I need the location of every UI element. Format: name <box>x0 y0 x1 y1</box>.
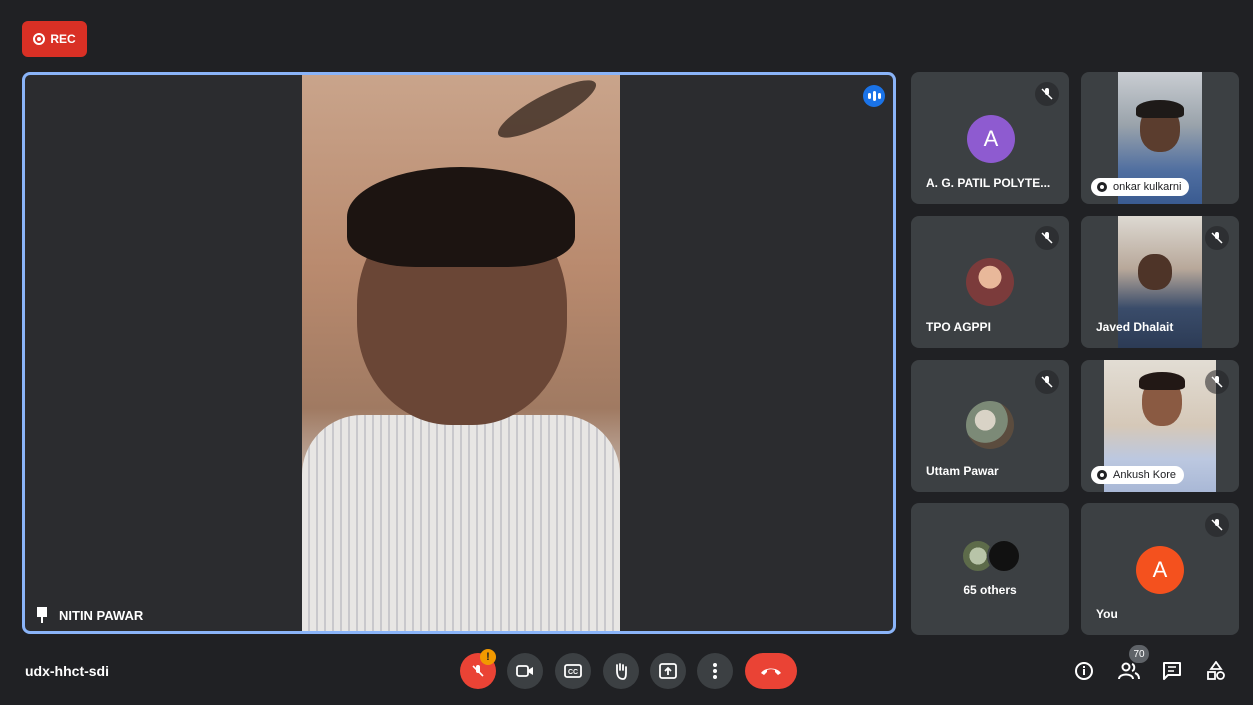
pin-icon[interactable] <box>37 607 47 623</box>
speaker-shirt <box>302 415 620 631</box>
raise-hand-button[interactable] <box>603 653 639 689</box>
self-tile[interactable]: A You <box>1081 503 1239 635</box>
avatar <box>966 401 1014 449</box>
people-count-badge: 70 <box>1129 645 1149 663</box>
more-icon <box>713 663 717 679</box>
svg-text:CC: CC <box>568 669 578 676</box>
chat-button[interactable] <box>1160 659 1184 683</box>
participant-tile[interactable]: TPO AGPPI <box>911 216 1069 348</box>
others-count: 65 others <box>963 583 1017 597</box>
meeting-details-button[interactable] <box>1072 659 1096 683</box>
mic-off-icon <box>1205 226 1229 250</box>
avatar <box>987 539 1021 573</box>
participant-name: Ankush Kore <box>1113 469 1176 481</box>
present-button[interactable] <box>650 653 686 689</box>
mic-off-icon <box>1035 370 1059 394</box>
participant-name-pill: Ankush Kore <box>1091 466 1184 484</box>
recording-label: REC <box>50 32 76 46</box>
more-options-button[interactable] <box>697 653 733 689</box>
present-icon <box>659 663 677 679</box>
mic-off-icon <box>1035 82 1059 106</box>
chat-icon <box>1163 662 1181 680</box>
avatar <box>966 258 1014 306</box>
mic-off-icon <box>472 665 484 677</box>
mic-off-icon <box>1205 370 1229 394</box>
participant-name-pill: onkar kulkarni <box>1091 178 1190 196</box>
main-speaker-label: NITIN PAWAR <box>37 607 143 623</box>
participant-name: onkar kulkarni <box>1113 181 1182 193</box>
mic-off-icon <box>1205 513 1229 537</box>
ceiling-fan <box>491 75 603 148</box>
participant-name: TPO AGPPI <box>926 320 991 334</box>
participant-tile[interactable]: Uttam Pawar <box>911 360 1069 492</box>
speaker-hair <box>347 167 575 267</box>
meeting-code: udx-hhct-sdi <box>25 663 109 679</box>
raise-hand-icon <box>616 663 627 680</box>
participant-tile[interactable]: Ankush Kore <box>1081 360 1239 492</box>
captions-button[interactable]: CC <box>555 653 591 689</box>
camera-icon <box>516 665 533 677</box>
others-tile[interactable]: 65 others <box>911 503 1069 635</box>
mic-warning-badge: ! <box>480 649 496 665</box>
main-speaker-video <box>302 75 620 631</box>
record-icon <box>33 33 46 45</box>
mic-off-icon <box>1035 226 1059 250</box>
participant-tile[interactable]: A A. G. PATIL POLYTE... <box>911 72 1069 204</box>
participant-name: You <box>1096 607 1118 621</box>
avatar-initial: A <box>983 126 999 151</box>
participant-tile[interactable]: onkar kulkarni <box>1081 72 1239 204</box>
present-viewer-icon <box>1097 470 1107 480</box>
avatar-initial: A <box>1152 557 1168 582</box>
info-icon <box>1075 662 1093 680</box>
hang-up-icon <box>761 668 781 675</box>
present-viewer-icon <box>1097 182 1107 192</box>
activities-icon <box>1207 661 1225 680</box>
participant-name: A. G. PATIL POLYTE... <box>926 176 1051 190</box>
participant-name: Uttam Pawar <box>926 464 999 478</box>
main-speaker-tile[interactable]: NITIN PAWAR <box>22 72 896 634</box>
captions-icon: CC <box>564 664 582 678</box>
mic-toggle-button[interactable]: ! <box>460 649 496 689</box>
avatar: A <box>1136 546 1184 594</box>
participant-tile[interactable]: Javed Dhalait <box>1081 216 1239 348</box>
activities-button[interactable] <box>1204 659 1228 683</box>
people-icon <box>1118 662 1140 680</box>
participant-name: Javed Dhalait <box>1096 320 1174 334</box>
speaking-indicator-icon <box>863 85 885 107</box>
main-speaker-name: NITIN PAWAR <box>59 607 144 623</box>
camera-toggle-button[interactable] <box>507 653 543 689</box>
avatar: A <box>967 115 1015 163</box>
leave-call-button[interactable] <box>745 653 797 689</box>
recording-indicator: REC <box>22 21 87 57</box>
